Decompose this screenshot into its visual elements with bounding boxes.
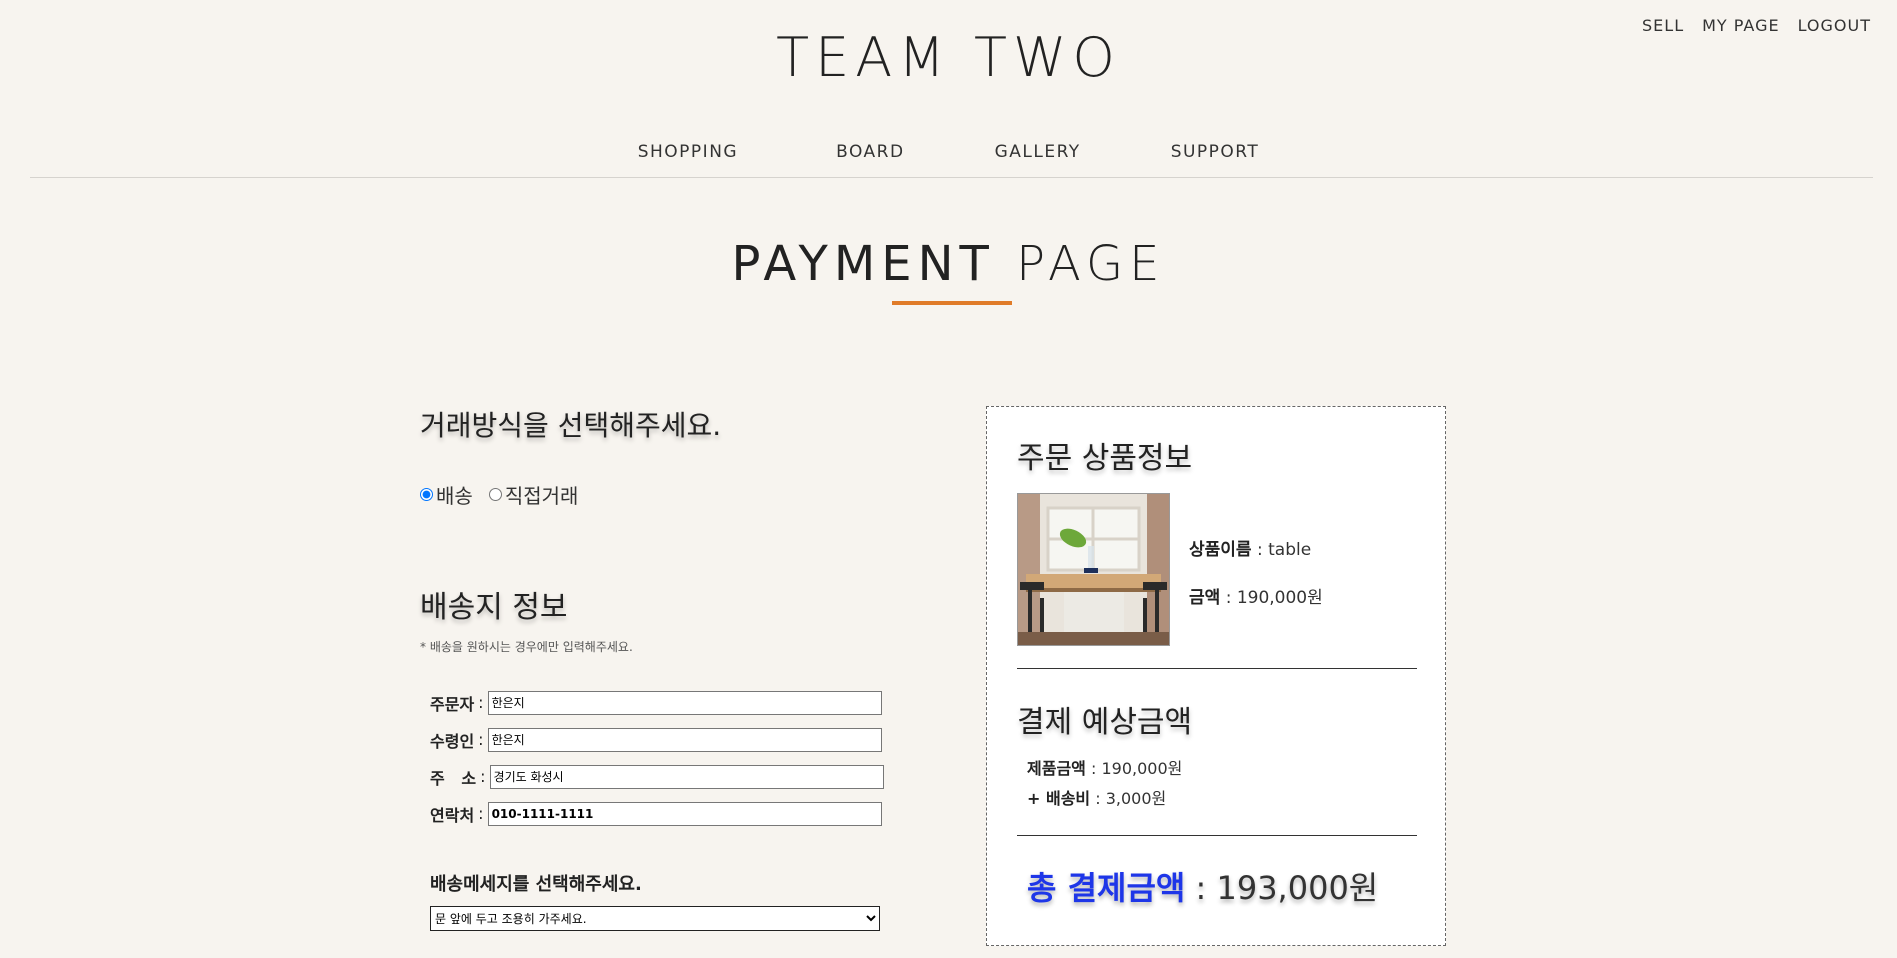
colon: : bbox=[1225, 588, 1237, 608]
shipping-fee-value: 3,000원 bbox=[1105, 789, 1167, 808]
product-price-value: 190,000원 bbox=[1236, 588, 1323, 608]
address-input[interactable] bbox=[489, 764, 884, 789]
orderer-label: 주문자 bbox=[430, 694, 475, 714]
product-price-line: 금액 : 190,000원 bbox=[1189, 583, 1323, 608]
nav-support[interactable]: SUPPORT bbox=[1171, 142, 1260, 162]
product-name-value: table bbox=[1268, 540, 1312, 560]
contact-input[interactable] bbox=[487, 801, 882, 826]
colon: : bbox=[1090, 759, 1102, 778]
shipping-heading: 배송지 정보 bbox=[420, 590, 568, 625]
main-nav: SHOPPING BOARD GALLERY SUPPORT bbox=[0, 142, 1897, 162]
colon: : bbox=[1195, 869, 1217, 907]
box-divider bbox=[1017, 835, 1417, 836]
colon: : bbox=[1095, 789, 1106, 808]
shipping-note: * 배송을 원하시는 경우에만 입력해주세요. bbox=[420, 640, 633, 654]
delivery-radio[interactable] bbox=[420, 488, 433, 501]
delivery-message-select[interactable]: 문 앞에 두고 조용히 가주세요. bbox=[430, 906, 880, 931]
table-photo bbox=[1018, 494, 1169, 645]
nav-shopping[interactable]: SHOPPING bbox=[638, 142, 738, 162]
page-title: PAYMENT PAGE bbox=[0, 236, 1897, 292]
method-option-direct[interactable]: 직접거래 bbox=[488, 480, 579, 509]
contact-row: 연락처 : bbox=[430, 795, 884, 832]
order-summary-box: 주문 상품정보 상품이름 : table 금액: 190,000원 결제 예상… bbox=[986, 406, 1446, 946]
box-divider bbox=[1017, 668, 1417, 669]
product-amount-label: 제품금액 bbox=[1027, 759, 1086, 778]
orderer-input[interactable] bbox=[487, 690, 882, 715]
brand-logo[interactable]: TEAM TWO bbox=[0, 26, 1897, 89]
delivery-message-heading: 배송메세지를 선택해주세요. bbox=[430, 874, 642, 895]
colon: : bbox=[478, 693, 484, 712]
colon: : bbox=[1256, 540, 1269, 560]
estimate-heading: 결제 예상금액 bbox=[1017, 705, 1193, 740]
title-underline bbox=[892, 301, 1012, 305]
header-divider bbox=[30, 177, 1873, 178]
method-option-delivery[interactable]: 배송 bbox=[420, 480, 473, 509]
total-line: 총 결제금액 : 193,000원 bbox=[1027, 863, 1378, 909]
colon: : bbox=[480, 767, 486, 786]
shipping-form: 주문자 : 수령인 : 주 소 : 연락처 : bbox=[430, 684, 884, 832]
colon: : bbox=[478, 804, 484, 823]
direct-trade-radio-label: 직접거래 bbox=[504, 484, 579, 508]
shipping-fee-label: + 배송비 bbox=[1027, 789, 1091, 808]
contact-label: 연락처 bbox=[430, 805, 475, 825]
nav-gallery[interactable]: GALLERY bbox=[995, 142, 1081, 162]
address-row: 주 소 : bbox=[430, 758, 884, 795]
address-label: 주 소 bbox=[430, 768, 477, 788]
delivery-radio-label: 배송 bbox=[436, 484, 473, 508]
orderer-row: 주문자 : bbox=[430, 684, 884, 721]
method-heading: 거래방식을 선택해주세요. bbox=[420, 409, 722, 442]
method-radio-group: 배송 직접거래 bbox=[420, 480, 594, 509]
total-label: 총 결제금액 bbox=[1027, 869, 1186, 907]
product-name-label: 상품이름 bbox=[1189, 540, 1252, 560]
page-title-light: PAGE bbox=[1016, 236, 1166, 292]
nav-board[interactable]: BOARD bbox=[836, 142, 904, 162]
order-heading: 주문 상품정보 bbox=[1017, 441, 1193, 476]
direct-trade-radio[interactable] bbox=[488, 488, 502, 501]
recipient-label: 수령인 bbox=[430, 731, 475, 751]
page-title-bold: PAYMENT bbox=[731, 236, 995, 292]
colon: : bbox=[478, 730, 484, 749]
recipient-input[interactable] bbox=[487, 727, 882, 752]
product-image bbox=[1017, 493, 1170, 646]
product-amount-line: 제품금액 : 190,000원 bbox=[1027, 755, 1182, 779]
recipient-row: 수령인 : bbox=[430, 721, 884, 758]
product-amount-value: 190,000원 bbox=[1101, 759, 1183, 778]
product-price-label: 금액 bbox=[1189, 588, 1221, 608]
shipping-fee-line: + 배송비 : 3,000원 bbox=[1027, 785, 1166, 809]
product-name-line: 상품이름 : table bbox=[1189, 535, 1311, 560]
total-value: 193,000원 bbox=[1216, 869, 1379, 907]
